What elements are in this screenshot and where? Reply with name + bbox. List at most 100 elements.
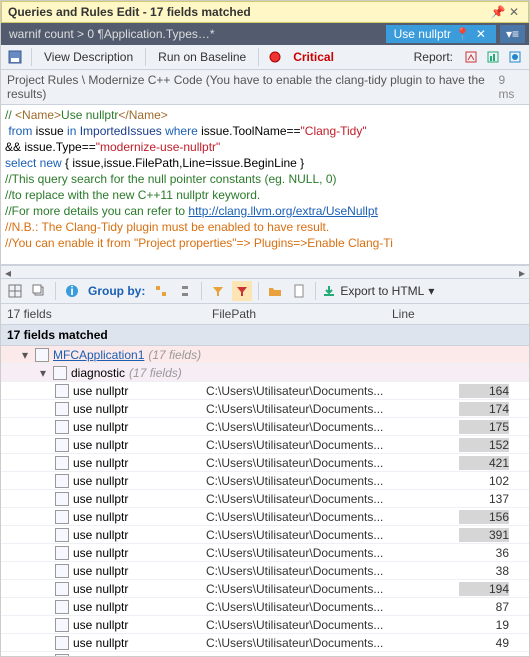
issue-icon <box>55 474 69 488</box>
grid-icon[interactable] <box>5 281 25 301</box>
issue-path: C:\Users\Utilisateur\Documents... <box>206 618 386 632</box>
issue-name: use nullptr <box>73 528 128 542</box>
folder-icon[interactable] <box>265 281 285 301</box>
issue-name: use nullptr <box>73 546 128 560</box>
report-icon-1[interactable] <box>461 47 481 67</box>
table-row[interactable]: use nullptrC:\Users\Utilisateur\Document… <box>1 634 529 652</box>
table-row[interactable]: use nullptr C:\Users\Utilisateur\Document… <box>1 616 529 634</box>
issue-name: use nullptr <box>73 654 128 657</box>
group-app-count: (17 fields) <box>148 348 201 362</box>
query-timing: 9 ms <box>498 73 523 101</box>
column-header-fields[interactable]: 17 fields <box>1 307 206 321</box>
table-row[interactable]: use nullptrC:\Users\Utilisateur\Document… <box>1 454 529 472</box>
issue-name: use nullptr <box>73 600 128 614</box>
collapse-icon[interactable]: ▾ <box>37 366 49 380</box>
collapse-icon[interactable]: ▾ <box>19 348 31 362</box>
group-row-diagnostic[interactable]: ▾ diagnostic (17 fields) <box>1 364 529 382</box>
tab-pin-icon[interactable]: 📍 <box>455 27 470 41</box>
issue-line: 102 <box>386 474 529 488</box>
table-row[interactable]: use nullptr C:\Users\Utilisateur\Document… <box>1 490 529 508</box>
issue-name: use nullptr <box>73 420 128 434</box>
filter-icon-1[interactable] <box>208 281 228 301</box>
issue-path: C:\Users\Utilisateur\Documents... <box>206 528 386 542</box>
group-app-name[interactable]: MFCApplication1 <box>53 348 144 362</box>
scroll-right-icon[interactable]: ▸ <box>515 266 529 278</box>
view-description-button[interactable]: View Description <box>38 47 139 67</box>
group-icon-2[interactable] <box>175 281 195 301</box>
issue-icon <box>55 420 69 434</box>
issue-path: C:\Users\Utilisateur\Documents... <box>206 492 386 506</box>
chevron-down-icon: ▾ <box>428 284 434 298</box>
table-row[interactable]: use nullptrC:\Users\Utilisateur\Document… <box>1 562 529 580</box>
column-header-line[interactable]: Line <box>386 307 529 321</box>
copy-icon[interactable] <box>29 281 49 301</box>
issue-line: 19 <box>386 618 529 632</box>
group-diag-count: (17 fields) <box>129 366 182 380</box>
issue-name: use nullptr <box>73 582 128 596</box>
issue-path: C:\Users\Utilisateur\Documents... <box>206 582 386 596</box>
tab-menu-button[interactable]: ▾≡ <box>500 25 525 43</box>
issue-path: C:\Users\Utilisateur\Documents... <box>206 546 386 560</box>
issue-line: 156 <box>386 510 529 524</box>
table-row[interactable]: use nullptrC:\Users\Utilisateur\Document… <box>1 436 529 454</box>
issue-path: C:\Users\Utilisateur\Documents... <box>206 564 386 578</box>
column-header-row: 17 fields FilePath Line <box>1 304 529 325</box>
pin-icon[interactable]: 📌 <box>490 5 506 19</box>
issue-name: use nullptr <box>73 492 128 506</box>
table-row[interactable]: use nullptrC:\Users\Utilisateur\Document… <box>1 472 529 490</box>
save-icon[interactable] <box>5 47 25 67</box>
tab-active[interactable]: Use nullptr 📍 ✕ <box>386 25 496 43</box>
report-icon-3[interactable] <box>505 47 525 67</box>
issue-line: 137 <box>386 492 529 506</box>
issue-name: use nullptr <box>73 402 128 416</box>
issue-path: C:\Users\Utilisateur\Documents... <box>206 654 386 657</box>
report-icon-2[interactable] <box>483 47 503 67</box>
scroll-left-icon[interactable]: ◂ <box>1 266 15 278</box>
tab-bar: warnif count > 0 ¶Application.Types…* Us… <box>1 23 529 45</box>
table-row[interactable]: use nullptr C:\Users\Utilisateur\Document… <box>1 598 529 616</box>
namespace-icon <box>53 366 67 380</box>
group-icon-1[interactable] <box>151 281 171 301</box>
table-row[interactable]: use nullptr C:\Users\Utilisateur\Document… <box>1 544 529 562</box>
table-row[interactable]: use nullptrC:\Users\Utilisateur\Document… <box>1 400 529 418</box>
table-row[interactable]: use nullptr C:\Users\Utilisateur\Document… <box>1 652 529 656</box>
table-row[interactable]: use nullptrC:\Users\Utilisateur\Document… <box>1 382 529 400</box>
match-count-header: 17 fields matched <box>1 325 529 346</box>
info-icon[interactable]: i <box>62 281 82 301</box>
export-html-button[interactable]: Export to HTML ▾ <box>322 284 434 298</box>
issue-line: 87 <box>386 600 529 614</box>
issue-line: 175 <box>386 420 529 434</box>
tab-label: Use nullptr <box>394 27 451 41</box>
code-editor[interactable]: // <Name>Use nullptr</Name> from issue i… <box>1 105 529 265</box>
document-icon[interactable] <box>289 281 309 301</box>
issue-icon <box>55 546 69 560</box>
table-row[interactable]: use nullptr C:\Users\Utilisateur\Document… <box>1 580 529 598</box>
issue-icon <box>55 564 69 578</box>
critical-label[interactable]: Critical <box>287 47 340 67</box>
run-on-baseline-button[interactable]: Run on Baseline <box>152 47 252 67</box>
horizontal-scrollbar[interactable]: ◂ ▸ <box>1 265 529 279</box>
table-row[interactable]: use nullptrC:\Users\Utilisateur\Document… <box>1 418 529 436</box>
results-grid[interactable]: ▾ MFCApplication1 (17 fields) ▾ diagnost… <box>1 346 529 656</box>
table-row[interactable]: use nullptrC:\Users\Utilisateur\Document… <box>1 508 529 526</box>
issue-line: 152 <box>386 438 529 452</box>
issue-icon <box>55 600 69 614</box>
issue-path: C:\Users\Utilisateur\Documents... <box>206 600 386 614</box>
main-toolbar: View Description Run on Baseline Critica… <box>1 45 529 70</box>
issue-name: use nullptr <box>73 618 128 632</box>
critical-icon[interactable] <box>265 47 285 67</box>
issue-name: use nullptr <box>73 456 128 470</box>
filter-icon-2[interactable] <box>232 281 252 301</box>
column-header-filepath[interactable]: FilePath <box>206 307 386 321</box>
issue-icon <box>55 528 69 542</box>
group-row-app[interactable]: ▾ MFCApplication1 (17 fields) <box>1 346 529 364</box>
breadcrumb-tab-text: warnif count > 0 ¶Application.Types…* <box>5 27 386 41</box>
table-row[interactable]: use nullptr C:\Users\Utilisateur\Document… <box>1 526 529 544</box>
tab-close-icon[interactable]: ✕ <box>474 27 488 41</box>
rule-breadcrumb: Project Rules \ Modernize C++ Code (You … <box>1 70 529 105</box>
issue-path: C:\Users\Utilisateur\Documents... <box>206 636 386 650</box>
breadcrumb-path: Project Rules \ Modernize C++ Code (You … <box>7 73 498 101</box>
issue-name: use nullptr <box>73 510 128 524</box>
close-icon[interactable]: ✕ <box>506 5 522 19</box>
issue-icon <box>55 402 69 416</box>
